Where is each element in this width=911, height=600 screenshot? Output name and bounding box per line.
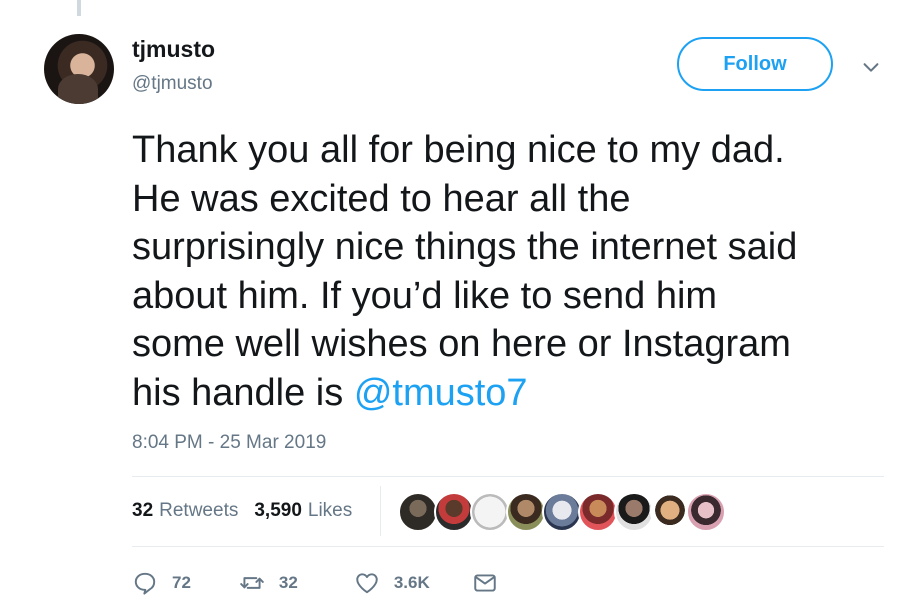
tweet-text: Thank you all for being nice to my dad. … xyxy=(132,126,892,417)
tweet-line-prefix: his handle is xyxy=(132,371,354,414)
liker-avatar[interactable] xyxy=(686,492,726,532)
liker-avatars xyxy=(398,492,726,532)
likes-count: 3,590 xyxy=(254,500,302,521)
thread-connector-line xyxy=(77,0,81,16)
author-name[interactable]: tjmusto xyxy=(132,36,215,63)
heart-icon xyxy=(356,573,378,594)
tweet-actions: 72 32 3.6K xyxy=(132,570,498,596)
retweets-count: 32 xyxy=(132,500,154,521)
retweets-stat[interactable]: 32 Retweets xyxy=(132,500,238,522)
liker-avatar[interactable] xyxy=(614,492,654,532)
reply-button[interactable]: 72 xyxy=(132,570,191,596)
retweet-icon xyxy=(240,577,264,589)
retweet-button[interactable]: 32 xyxy=(239,570,298,596)
liker-avatar[interactable] xyxy=(470,492,510,532)
reply-count: 72 xyxy=(172,573,191,592)
tweet-line-last: his handle is @tmusto7 xyxy=(132,369,892,418)
direct-message-icon xyxy=(474,574,496,592)
liker-avatar[interactable] xyxy=(434,492,474,532)
likes-label: Likes xyxy=(307,500,353,521)
tweet-line: He was excited to hear all the xyxy=(132,177,631,220)
author-avatar[interactable] xyxy=(44,34,114,104)
chevron-down-icon[interactable] xyxy=(860,56,882,78)
tweet-timestamp[interactable]: 8:04 PM - 25 Mar 2019 xyxy=(132,432,326,454)
tweet-line: Thank you all for being nice to my dad. xyxy=(132,129,785,171)
liker-avatar[interactable] xyxy=(578,492,618,532)
like-count: 3.6K xyxy=(393,573,430,592)
liker-avatar[interactable] xyxy=(398,492,438,532)
likes-stat[interactable]: 3,590 Likes xyxy=(254,500,352,522)
tweet-line: surprisingly nice things the internet sa… xyxy=(132,226,798,268)
liker-avatar[interactable] xyxy=(506,492,546,532)
liker-avatar[interactable] xyxy=(542,492,582,532)
divider xyxy=(132,476,884,477)
retweet-count: 32 xyxy=(278,573,298,592)
reply-icon xyxy=(134,572,156,595)
tweet-stats: 32 Retweets 3,590 Likes xyxy=(132,500,352,522)
retweets-label: Retweets xyxy=(159,500,239,521)
like-button[interactable]: 3.6K xyxy=(354,570,430,596)
follow-button[interactable]: Follow xyxy=(677,37,833,91)
tweet-line: some well wishes on here or Instagram xyxy=(132,323,791,365)
mention-link[interactable]: @tmusto7 xyxy=(354,372,528,414)
stats-separator xyxy=(380,486,381,536)
tweet-line: about him. If you’d like to send him xyxy=(132,274,718,317)
direct-message-button[interactable] xyxy=(472,570,498,596)
liker-avatar[interactable] xyxy=(650,492,690,532)
author-handle[interactable]: @tjmusto xyxy=(132,73,213,95)
divider xyxy=(132,546,884,547)
